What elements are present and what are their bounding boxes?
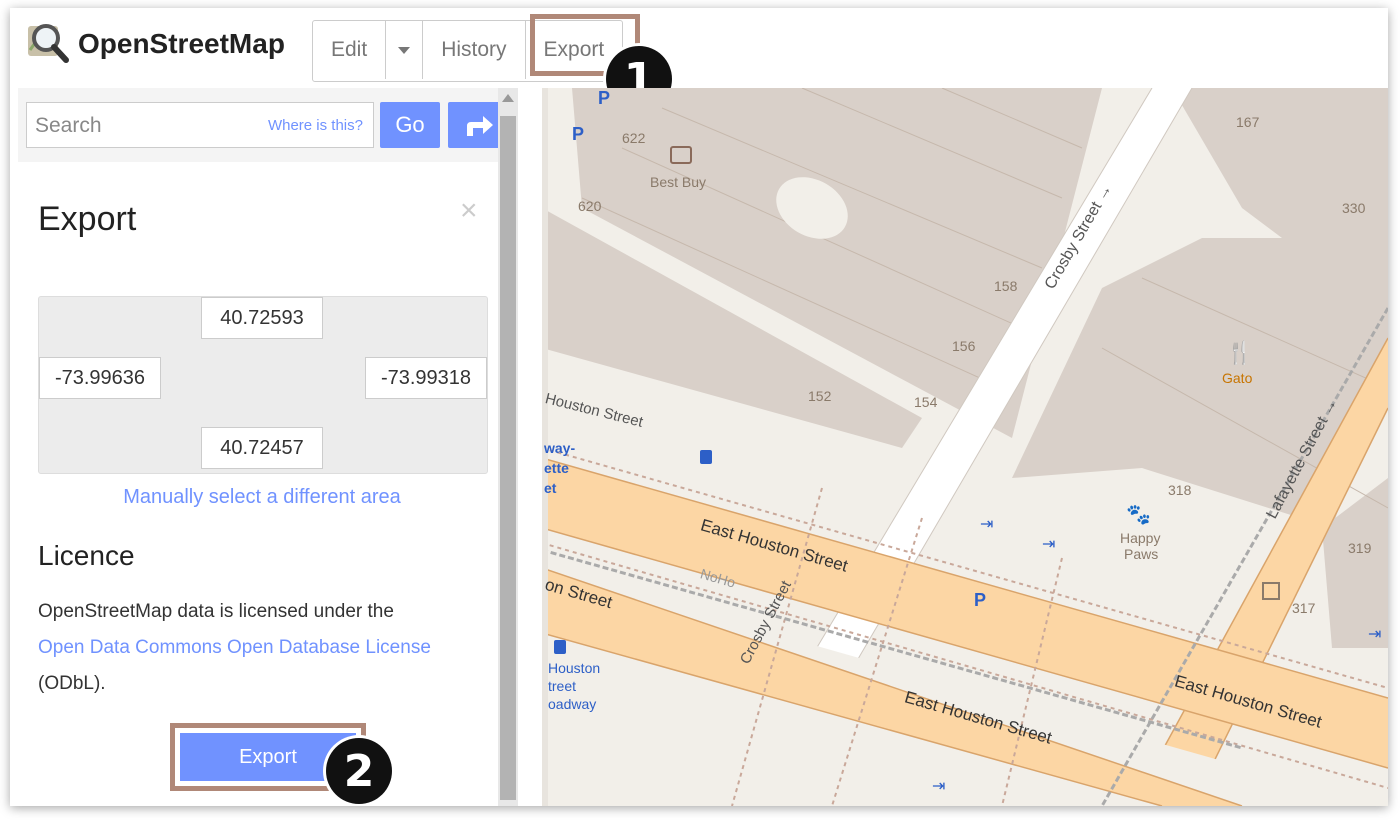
tab-history[interactable]: History: [423, 21, 526, 79]
house-number: 156: [952, 338, 976, 354]
step-badge-2: 2: [326, 738, 392, 804]
header: OpenStreetMap Edit History Export 1: [10, 8, 1388, 112]
entrance-icon: ⇥: [980, 516, 994, 533]
edit-dropdown-button[interactable]: [386, 21, 424, 79]
house-number: 154: [914, 394, 938, 410]
search-placeholder: Search: [35, 114, 102, 137]
house-number: 622: [622, 130, 646, 146]
search-bar: Search Where is this? Go: [18, 88, 518, 162]
entrance-icon: ⇥: [932, 778, 946, 795]
manual-select-area-link[interactable]: Manually select a different area: [38, 486, 486, 509]
house-number: 620: [578, 198, 602, 214]
poi-happy-paws-2: Paws: [1124, 546, 1159, 562]
directions-icon: [467, 116, 493, 136]
west-coordinate-input[interactable]: -73.99636: [39, 357, 161, 399]
south-coordinate-input[interactable]: 40.72457: [201, 427, 323, 469]
licence-text: OpenStreetMap data is licensed under the…: [38, 594, 488, 702]
tv-shop-icon[interactable]: [670, 146, 692, 164]
brand-title[interactable]: OpenStreetMap: [78, 28, 285, 60]
poi-best-buy[interactable]: Best Buy: [650, 174, 706, 190]
entrance-icon: ⇥: [1042, 536, 1056, 553]
poi-gato[interactable]: Gato: [1222, 370, 1252, 386]
osm-logo-icon[interactable]: [26, 20, 70, 64]
export-panel-title: Export: [38, 200, 137, 238]
map-view[interactable]: 622 620 167 330 158 156 152 154 318 319 …: [542, 88, 1388, 806]
sidebar: Search Where is this? Go Export × 40.725…: [10, 88, 518, 806]
subway-label-3: et: [544, 480, 557, 496]
house-number: 158: [994, 278, 1018, 294]
north-coordinate-input[interactable]: 40.72593: [201, 297, 323, 339]
bus-stop-icon: [700, 450, 712, 464]
bounding-box-panel: 40.72593 -73.99636 -73.99318 40.72457: [38, 296, 488, 474]
house-number: 319: [1348, 540, 1372, 556]
atm-icon: [1262, 582, 1280, 600]
licence-text-line-2: (ODbL).: [38, 673, 106, 694]
pet-shop-icon[interactable]: 🐾: [1126, 502, 1151, 527]
restaurant-icon[interactable]: 🍴: [1226, 340, 1253, 366]
bus-label-2: treet: [548, 678, 577, 694]
subway-label-2: ette: [544, 460, 569, 476]
window: OpenStreetMap Edit History Export 1 Sear…: [10, 8, 1388, 806]
where-is-this-link[interactable]: Where is this?: [268, 117, 363, 134]
odbl-link[interactable]: Open Data Commons Open Database License: [38, 637, 431, 658]
licence-heading: Licence: [38, 540, 135, 571]
house-number: 330: [1342, 200, 1366, 216]
house-number: 318: [1168, 482, 1192, 498]
bus-label-3: oadway: [548, 696, 597, 712]
scrollbar-thumb[interactable]: [500, 116, 516, 800]
go-button[interactable]: Go: [380, 102, 440, 148]
parking-icon: P: [598, 88, 611, 108]
entrance-icon: ⇥: [1368, 626, 1382, 643]
parking-icon: P: [572, 124, 585, 144]
close-icon[interactable]: ×: [460, 194, 478, 228]
poi-happy-paws-1: Happy: [1120, 530, 1161, 546]
east-coordinate-input[interactable]: -73.99318: [365, 357, 487, 399]
bus-label-1: Houston: [548, 660, 601, 676]
house-number: 317: [1292, 600, 1316, 616]
chevron-down-icon: [398, 46, 411, 54]
subway-label-1: way-: [544, 440, 576, 456]
tab-edit[interactable]: Edit: [313, 21, 387, 79]
house-number: 152: [808, 388, 832, 404]
scroll-up-icon[interactable]: [502, 94, 514, 102]
licence-text-line-1: OpenStreetMap data is licensed under the: [38, 601, 394, 622]
bus-stop-icon: [554, 640, 566, 654]
house-number: 167: [1236, 114, 1260, 130]
search-input[interactable]: Search Where is this?: [26, 102, 374, 148]
scrollbar[interactable]: [498, 88, 518, 806]
parking-icon: P: [974, 590, 987, 610]
